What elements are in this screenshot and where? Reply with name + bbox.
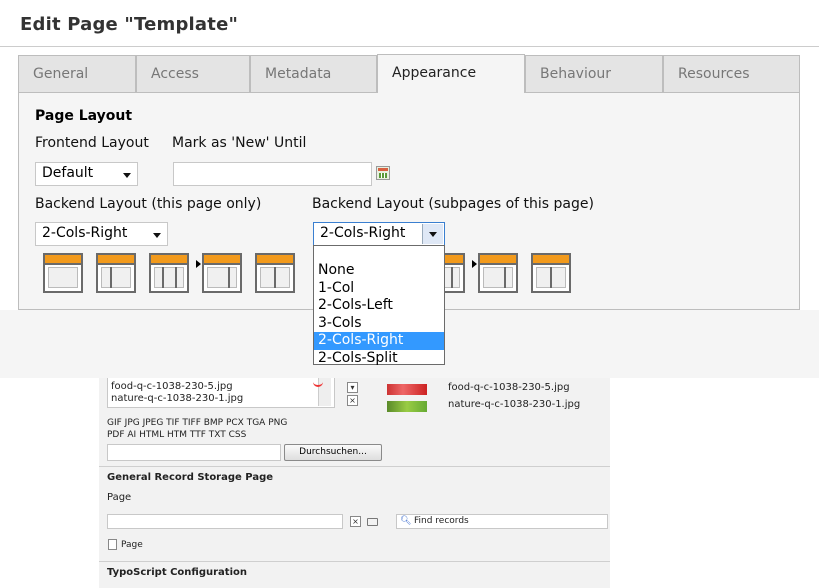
backend-sub-layout-dropdown: None 1-Col 2-Cols-Left 3-Cols 2-Cols-Rig… <box>313 245 445 368</box>
backend-sub-layout-select[interactable]: 2-Cols-Right <box>313 222 445 246</box>
thumb-caption: food-q-c-1038-230-5.jpg <box>448 382 570 393</box>
chevron-down-icon <box>429 232 437 237</box>
layout-preview-two-cols-right <box>202 253 242 293</box>
file-list-box[interactable]: food-q-c-1038-230-5.jpg nature-q-c-1038-… <box>107 378 335 408</box>
divider <box>99 561 610 562</box>
storage-page-input[interactable] <box>107 514 343 529</box>
page-title: Edit Page "Template" <box>20 14 239 35</box>
layout-preview-three-cols <box>149 253 189 293</box>
tab-general[interactable]: General <box>18 55 136 92</box>
arrow-right-icon <box>472 260 477 268</box>
folder-icon[interactable] <box>367 518 378 526</box>
title-divider <box>0 46 819 47</box>
nature-thumbnail <box>387 401 427 412</box>
dropdown-option-2-cols-right[interactable]: 2-Cols-Right <box>314 332 444 350</box>
move-down-icon[interactable]: ▾ <box>347 382 358 393</box>
active-tab-joiner <box>378 91 524 94</box>
layout-preview-two-cols-left <box>96 253 136 293</box>
divider <box>99 466 610 467</box>
chevron-down-icon <box>123 173 131 178</box>
backend-layout-value: 2-Cols-Right <box>42 225 128 241</box>
mark-new-date-input[interactable] <box>173 162 372 186</box>
frontend-layout-label: Frontend Layout <box>35 135 149 151</box>
food-thumbnail <box>387 384 427 395</box>
storage-page-heading: General Record Storage Page <box>107 472 274 483</box>
browse-button[interactable]: Durchsuchen... <box>284 444 382 461</box>
tab-behaviour[interactable]: Behaviour <box>525 55 663 92</box>
mark-new-label: Mark as 'New' Until <box>172 135 307 151</box>
dropdown-option-3-cols[interactable]: 3-Cols <box>314 315 444 333</box>
dropdown-option-none[interactable]: None <box>314 262 444 280</box>
arrow-right-icon <box>196 260 201 268</box>
layout-preview-sub-two-cols-right <box>478 253 518 293</box>
file-list-item[interactable]: nature-q-c-1038-230-1.jpg <box>111 393 243 404</box>
dropdown-option-1-col[interactable]: 1-Col <box>314 280 444 298</box>
allowed-types-line: GIF JPG JPEG TIF TIFF BMP PCX TGA PNG <box>107 418 288 428</box>
backend-layout-select[interactable]: 2-Cols-Right <box>35 222 168 246</box>
backend-sub-layout-label: Backend Layout (subpages of this page) <box>312 196 594 212</box>
find-records-placeholder: Find records <box>414 516 469 526</box>
typoscript-config-heading: TypoScript Configuration <box>107 567 247 578</box>
backend-sub-layout-value: 2-Cols-Right <box>320 225 406 241</box>
dropdown-option-2-cols-left[interactable]: 2-Cols-Left <box>314 297 444 315</box>
tab-resources[interactable]: Resources <box>663 55 800 92</box>
layout-preview-two-cols-split <box>255 253 295 293</box>
file-list-item[interactable]: food-q-c-1038-230-5.jpg <box>111 381 233 392</box>
remove-icon[interactable]: × <box>347 395 358 406</box>
resources-panel-excerpt: food-q-c-1038-230-5.jpg nature-q-c-1038-… <box>99 378 610 588</box>
clear-icon[interactable]: × <box>350 516 361 527</box>
layout-preview-sub-two-cols-split <box>531 253 571 293</box>
layout-preview-one <box>43 253 83 293</box>
chevron-down-icon <box>153 233 161 238</box>
frontend-layout-value: Default <box>42 165 94 181</box>
dropdown-option-2-cols-split[interactable]: 2-Cols-Split <box>314 350 444 368</box>
thumb-caption: nature-q-c-1038-230-1.jpg <box>448 399 581 410</box>
frontend-layout-select[interactable]: Default <box>35 162 138 186</box>
page-layout-heading: Page Layout <box>35 108 133 124</box>
find-records-input[interactable]: 🔍︎ Find records <box>396 514 608 529</box>
tab-access[interactable]: Access <box>136 55 250 92</box>
page-field-label: Page <box>107 492 132 503</box>
page-icon <box>108 539 117 550</box>
file-upload-field[interactable] <box>107 444 281 461</box>
allowed-types-line: PDF AI HTML HTM TTF TXT CSS <box>107 430 247 440</box>
tab-metadata[interactable]: Metadata <box>250 55 377 92</box>
calendar-icon[interactable] <box>376 166 390 180</box>
backend-layout-label: Backend Layout (this page only) <box>35 196 262 212</box>
tab-appearance[interactable]: Appearance <box>377 54 525 94</box>
page-link[interactable]: Page <box>121 540 143 550</box>
search-icon: 🔍︎ <box>400 516 412 526</box>
